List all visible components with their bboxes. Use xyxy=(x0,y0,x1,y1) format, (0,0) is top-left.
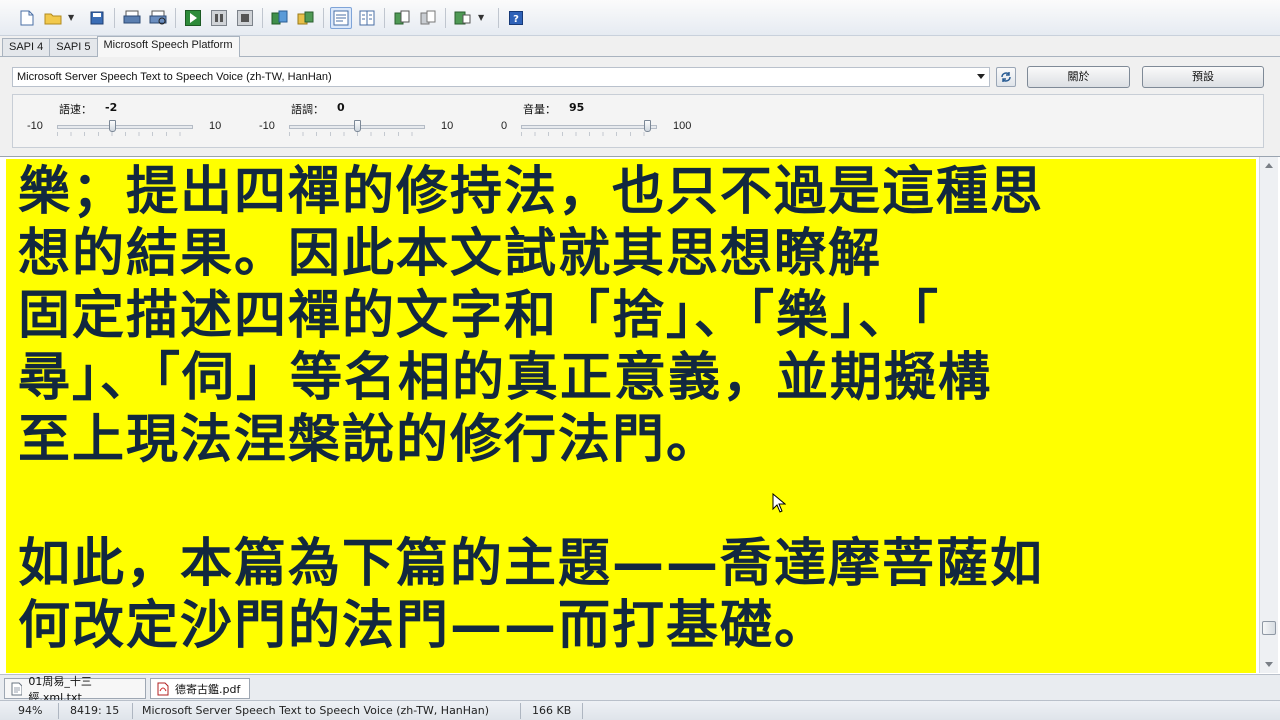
paste-document-icon[interactable] xyxy=(417,7,439,29)
toolbar-separator xyxy=(384,7,385,28)
text-line: 想的結果。因此本文試就其思想瞭解 xyxy=(18,224,883,284)
toolbar-separator xyxy=(114,7,115,28)
rate-min: -10 xyxy=(27,120,43,132)
refresh-voices-button[interactable] xyxy=(996,67,1016,87)
rate-label: 語速： xyxy=(59,103,92,116)
text-view-icon[interactable] xyxy=(330,6,352,29)
document-tab-pdf[interactable]: 德寄古鑑.pdf xyxy=(150,678,250,699)
toolbar-separator xyxy=(262,7,263,28)
tts-app-window: ▼ ▼ ? SAPI 4 SAPI 5 Microsoft Speech Pla… xyxy=(0,0,1280,720)
print-preview-icon[interactable] xyxy=(147,7,169,29)
document-tab-label: 德寄古鑑.pdf xyxy=(175,682,241,696)
pitch-max: 10 xyxy=(441,120,454,132)
volume-min: 0 xyxy=(501,120,508,132)
rate-slider-thumb[interactable] xyxy=(108,120,116,132)
text-line: 如此，本篇為下篇的主題——喬達摩菩薩如 xyxy=(18,534,1045,594)
text-line: 至上現法涅槃說的修行法門。 xyxy=(18,410,721,470)
pitch-label: 語調： xyxy=(291,103,324,116)
engine-tabs: SAPI 4 SAPI 5 Microsoft Speech Platform xyxy=(0,36,1280,57)
toolbar-separator xyxy=(323,7,324,28)
copy-document-icon[interactable] xyxy=(391,7,413,29)
text-editor-content[interactable]: 樂；提出四禪的修持法，也只不過是這種思 想的結果。因此本文試就其思想瞭解 固定描… xyxy=(6,159,1256,673)
rate-slider[interactable] xyxy=(57,120,193,136)
pitch-slider-thumb[interactable] xyxy=(353,120,361,132)
volume-slider[interactable] xyxy=(521,120,657,136)
help-icon[interactable]: ? xyxy=(505,7,527,29)
text-file-icon xyxy=(11,682,23,695)
document-tab-xml[interactable]: 01周易_十三經.xml.txt xyxy=(4,675,146,704)
volume-max: 100 xyxy=(673,120,692,132)
convert-to-audio-icon[interactable] xyxy=(269,7,291,29)
print-icon[interactable] xyxy=(121,7,143,29)
pdf-file-icon xyxy=(157,682,169,695)
document-tabs: 01周易_十三經.xml.txt 德寄古鑑.pdf xyxy=(0,674,1280,704)
text-line: 固定描述四禪的文字和「捨」、「樂」、「 xyxy=(18,286,941,346)
tab-sapi5[interactable]: SAPI 5 xyxy=(49,38,98,56)
rate-value: -2 xyxy=(105,101,118,114)
chevron-down-icon[interactable] xyxy=(977,74,985,79)
rate-max: 10 xyxy=(209,120,222,132)
export-icon[interactable] xyxy=(452,7,474,29)
vertical-scrollbar[interactable] xyxy=(1259,157,1278,673)
voice-select-value: Microsoft Server Speech Text to Speech V… xyxy=(17,71,332,83)
text-editor[interactable]: 樂；提出四禪的修持法，也只不過是這種思 想的結果。因此本文試就其思想瞭解 固定描… xyxy=(0,156,1280,674)
pause-icon[interactable] xyxy=(208,7,230,29)
save-icon[interactable] xyxy=(86,7,108,29)
export-dropdown-chevron-icon[interactable]: ▼ xyxy=(478,13,488,22)
scroll-up-arrow-icon[interactable] xyxy=(1265,163,1273,168)
stop-icon[interactable] xyxy=(234,7,256,29)
svg-text:?: ? xyxy=(513,14,519,25)
volume-label: 音量： xyxy=(523,103,556,116)
default-button[interactable]: 預設 xyxy=(1142,66,1264,88)
tab-microsoft-speech-platform[interactable]: Microsoft Speech Platform xyxy=(96,36,240,57)
play-icon[interactable] xyxy=(182,7,204,29)
volume-slider-thumb[interactable] xyxy=(643,120,651,132)
voice-select[interactable]: Microsoft Server Speech Text to Speech V… xyxy=(12,67,990,87)
tab-sapi4[interactable]: SAPI 4 xyxy=(2,38,51,56)
status-voice: Microsoft Server Speech Text to Speech V… xyxy=(142,704,490,717)
volume-value: 95 xyxy=(569,101,585,114)
toolbar-separator xyxy=(175,7,176,28)
cursor-position: 8419: 15 xyxy=(70,704,120,717)
zoom-level: 94% xyxy=(18,704,43,717)
scroll-down-arrow-icon[interactable] xyxy=(1265,662,1273,667)
pitch-slider[interactable] xyxy=(289,120,425,136)
status-bar: 94% 8419: 15 Microsoft Server Speech Tex… xyxy=(0,700,1280,720)
file-size: 166 KB xyxy=(532,704,572,717)
toolbar-separator xyxy=(498,7,499,28)
open-dropdown-chevron-icon[interactable]: ▼ xyxy=(68,13,78,22)
main-toolbar: ▼ ▼ ? xyxy=(0,0,1280,36)
pitch-value: 0 xyxy=(337,101,345,114)
text-line: 樂；提出四禪的修持法，也只不過是這種思 xyxy=(18,162,1045,222)
refresh-icon xyxy=(1001,72,1011,82)
mouse-pointer-icon xyxy=(772,492,787,517)
new-document-icon[interactable] xyxy=(16,7,38,29)
text-line: 尋」、「伺」等名相的真正意義，並期擬構 xyxy=(18,348,993,408)
split-view-icon[interactable] xyxy=(356,7,378,29)
open-folder-icon[interactable] xyxy=(42,7,64,29)
toolbar-separator xyxy=(445,7,446,28)
about-button[interactable]: 關於 xyxy=(1027,66,1130,88)
voice-settings-panel: 語速： -2 -10 10 語調： 0 -10 10 音量： 95 0 100 xyxy=(12,94,1264,148)
scrollbar-thumb[interactable] xyxy=(1262,621,1276,635)
pitch-min: -10 xyxy=(259,120,275,132)
text-line: 何改定沙門的法門——而打基礎。 xyxy=(18,596,829,656)
batch-convert-icon[interactable] xyxy=(295,7,317,29)
